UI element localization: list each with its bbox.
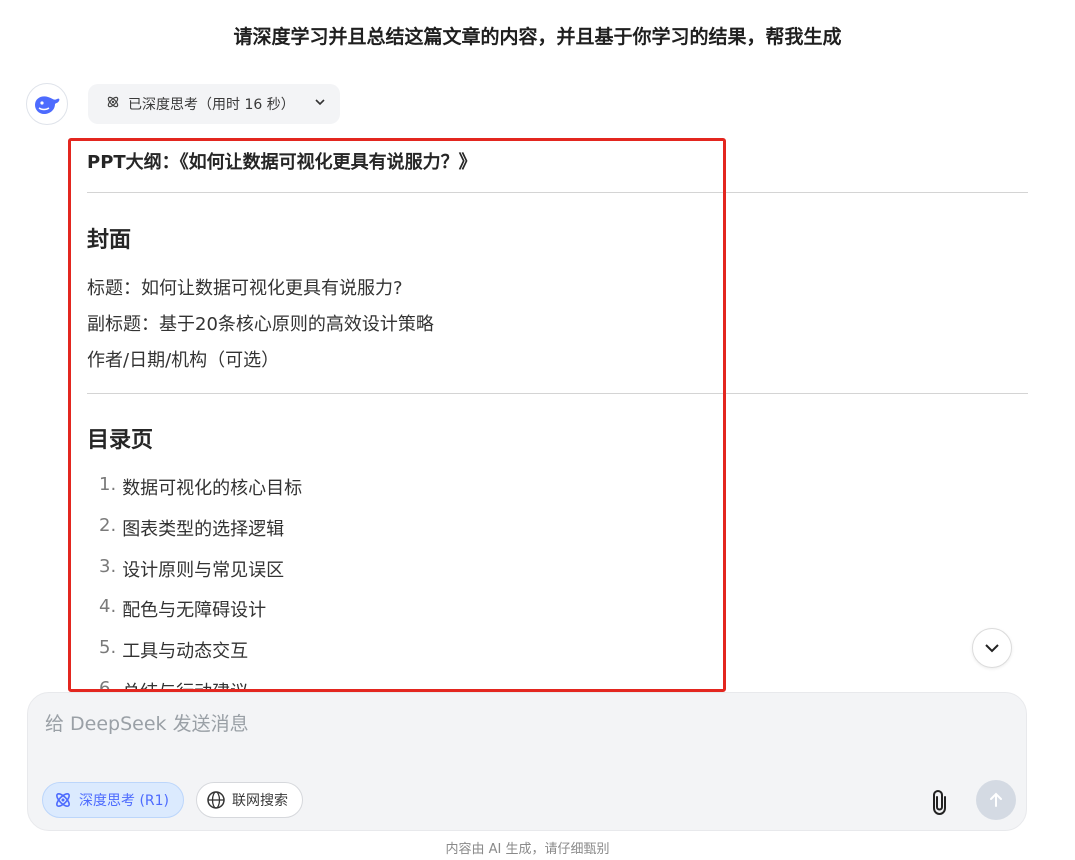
toc-item-text: 配色与无障碍设计 <box>122 600 267 621</box>
divider <box>87 192 1028 193</box>
globe-icon <box>207 791 225 809</box>
attach-file-button[interactable] <box>925 787 955 817</box>
deep-think-button[interactable]: 深度思考 (R1) <box>42 782 184 818</box>
send-button[interactable] <box>976 780 1016 820</box>
cover-title-line: 标题：如何让数据可视化更具有说服力? <box>87 278 403 299</box>
toc-item-number: 2. <box>99 515 117 536</box>
arrow-up-icon <box>990 792 1002 807</box>
toc-item-text: 总结与行动建议 <box>122 678 248 690</box>
toc-item-number: 5. <box>99 637 117 658</box>
toc-item: 3. 设计原则与常见误区 <box>99 556 284 582</box>
toc-item-number: 6. <box>99 678 117 690</box>
chevron-down-icon <box>314 96 326 112</box>
message-composer: 给 DeepSeek 发送消息 深度思考 (R1) 联网搜索 <box>27 692 1027 831</box>
divider <box>87 393 1028 394</box>
cover-heading: 封面 <box>87 228 132 253</box>
toc-heading: 目录页 <box>87 428 154 453</box>
scroll-to-bottom-button[interactable] <box>972 628 1012 668</box>
toc-item-text: 图表类型的选择逻辑 <box>122 519 285 540</box>
toc-item-number: 1. <box>99 474 117 495</box>
deepseek-avatar <box>26 83 68 125</box>
whale-logo-icon <box>35 96 60 114</box>
toc-item: 5. 工具与动态交互 <box>99 637 248 663</box>
toc-item-text: 设计原则与常见误区 <box>122 560 285 581</box>
toc-item: 4. 配色与无障碍设计 <box>99 596 266 622</box>
think-chip-label: 已深度思考（用时 16 秒） <box>128 97 295 113</box>
user-question: 请深度学习并且总结这篇文章的内容，并且基于你学习的结果，帮我生成 <box>233 26 842 48</box>
toc-item: 1. 数据可视化的核心目标 <box>99 474 302 500</box>
atom-icon <box>106 95 120 113</box>
toc-item-number: 3. <box>99 556 117 577</box>
cover-subtitle-line: 副标题：基于20条核心原则的高效设计策略 <box>87 314 434 335</box>
message-input[interactable]: 给 DeepSeek 发送消息 <box>45 709 249 736</box>
ppt-outline-title: PPT大纲：《如何让数据可视化更具有说服力？》 <box>87 152 477 173</box>
chevron-down-icon <box>985 644 999 653</box>
toc-item: 2. 图表类型的选择逻辑 <box>99 515 284 541</box>
toc-item-text: 工具与动态交互 <box>122 641 249 662</box>
ai-disclaimer: 内容由 AI 生成，请仔细甄别 <box>445 842 610 857</box>
atom-icon <box>56 793 70 807</box>
toc-item-number: 4. <box>99 596 117 617</box>
toc-item: 6. 总结与行动建议 <box>99 678 248 690</box>
paperclip-icon <box>933 789 946 816</box>
web-search-button[interactable]: 联网搜索 <box>196 782 303 818</box>
web-search-label: 联网搜索 <box>232 793 288 809</box>
toc-item-text: 数据可视化的核心目标 <box>122 478 303 499</box>
cover-author-line: 作者/日期/机构（可选） <box>87 350 280 371</box>
deep-thinking-toggle[interactable]: 已深度思考（用时 16 秒） <box>88 84 340 124</box>
deep-think-label: 深度思考 (R1) <box>79 793 170 809</box>
answer-content: PPT大纲：《如何让数据可视化更具有说服力？》 封面 标题：如何让数据可视化更具… <box>87 142 1028 690</box>
